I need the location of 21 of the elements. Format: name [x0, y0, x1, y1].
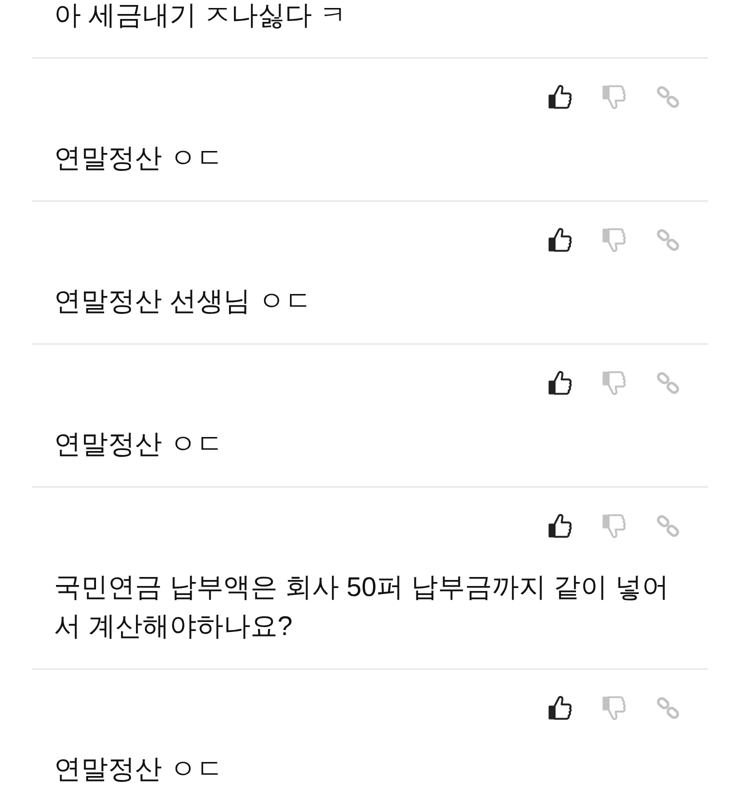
- thumbs-up-icon[interactable]: [548, 371, 572, 395]
- thumbs-down-icon[interactable]: [602, 514, 626, 538]
- thumbs-down-icon[interactable]: [602, 696, 626, 720]
- thumbs-up-icon[interactable]: [548, 228, 572, 252]
- comment-text: 연말정산 ㅇㄷ: [54, 753, 225, 786]
- link-icon[interactable]: [656, 514, 680, 538]
- thumbs-down-icon[interactable]: [602, 228, 626, 252]
- link-icon[interactable]: [656, 696, 680, 720]
- comment-text: 아 세금내기 ㅈ나싫다 ㅋ: [54, 0, 348, 30]
- thumbs-down-icon[interactable]: [602, 371, 626, 395]
- comment-text: 연말정산 선생님 ㅇㄷ: [54, 285, 314, 318]
- link-icon[interactable]: [656, 228, 680, 252]
- comment-text: 국민연금 납부액은 회사 50퍼 납부금까지 같이 넣어서 계산해야하나요?: [54, 571, 670, 643]
- link-icon[interactable]: [656, 85, 680, 109]
- link-icon[interactable]: [656, 371, 680, 395]
- thumbs-down-icon[interactable]: [602, 85, 626, 109]
- thumbs-up-icon[interactable]: [548, 514, 572, 538]
- comment-text: 연말정산 ㅇㄷ: [54, 142, 225, 175]
- thumbs-up-icon[interactable]: [548, 696, 572, 720]
- comment-text: 연말정산 ㅇㄷ: [54, 428, 225, 461]
- thumbs-up-icon[interactable]: [548, 85, 572, 109]
